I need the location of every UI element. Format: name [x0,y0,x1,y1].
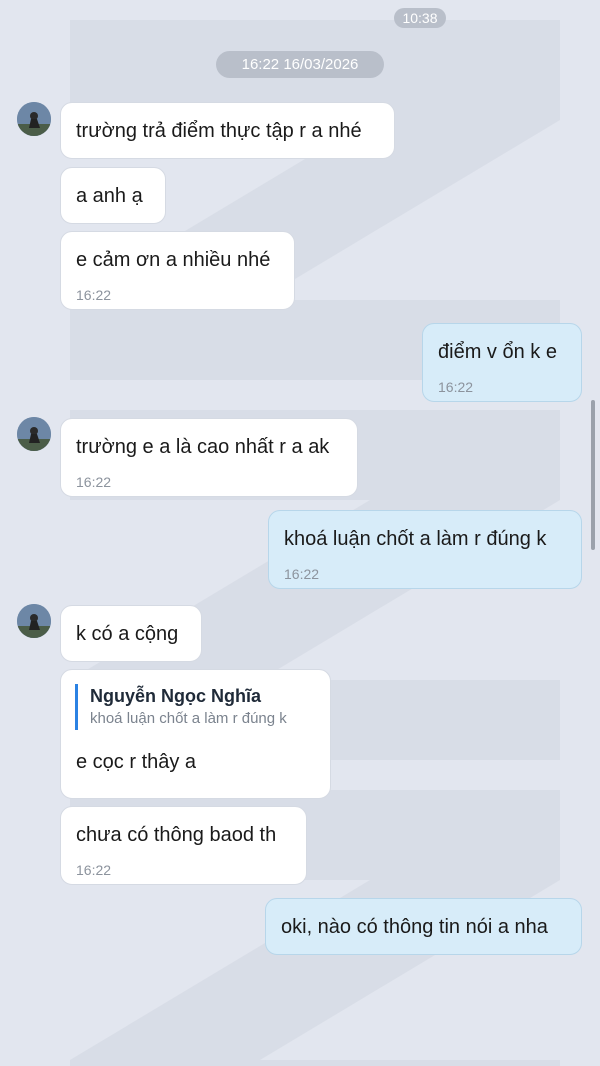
message-bubble-incoming[interactable]: chưa có thông baod th 16:22 [60,806,307,885]
message-text: điểm v ổn k e [438,341,557,363]
message-text: trường trả điểm thực tập r a nhé [76,120,362,142]
message-text: e cọc r thây a [76,751,197,773]
message-text: k có a cộng [76,623,179,645]
date-divider: 16:22 16/03/2026 [216,51,384,78]
message-text: trường e a là cao nhất r a ak [76,436,330,458]
message-bubble-outgoing[interactable]: khoá luận chốt a làm r đúng k 16:22 [268,510,582,589]
message-bubble-incoming[interactable]: a anh ạ [60,167,166,224]
top-time: 10:38 [402,10,438,26]
contact-avatar[interactable] [17,417,51,451]
quoted-text: khoá luận chốt a làm r đúng k [90,710,287,727]
quoted-sender-name: Nguyễn Ngọc Nghĩa [90,686,262,706]
message-bubble-outgoing[interactable]: oki, nào có thông tin nói a nha [265,898,582,955]
contact-avatar[interactable] [17,102,51,136]
date-divider-text: 16:22 16/03/2026 [241,56,359,73]
message-bubble-incoming[interactable]: e cảm ơn a nhiều nhé 16:22 [60,231,295,310]
message-time: 16:22 [76,862,112,878]
message-text: khoá luận chốt a làm r đúng k [284,528,547,550]
message-text: oki, nào có thông tin nói a nha [281,916,548,938]
message-bubble-outgoing[interactable]: điểm v ổn k e 16:22 [422,323,582,402]
message-text: a anh ạ [76,185,143,207]
message-text: e cảm ơn a nhiều nhé [76,249,271,271]
message-text: chưa có thông baod th [76,824,277,846]
message-time: 16:22 [76,287,112,303]
message-bubble-incoming[interactable]: trường trả điểm thực tập r a nhé [60,102,395,159]
message-time: 16:22 [284,566,320,582]
contact-avatar[interactable] [17,604,51,638]
scrollbar-thumb[interactable] [591,400,595,550]
message-time: 16:22 [438,379,474,395]
quoted-message[interactable]: Nguyễn Ngọc Nghĩa khoá luận chốt a làm r… [75,684,287,730]
reply-message-bubble[interactable]: Nguyễn Ngọc Nghĩa khoá luận chốt a làm r… [60,669,331,799]
message-bubble-incoming[interactable]: k có a cộng [60,605,202,662]
message-bubble-incoming[interactable]: trường e a là cao nhất r a ak 16:22 [60,418,358,497]
message-time: 16:22 [76,474,112,490]
top-time-pill: 10:38 [394,8,446,28]
